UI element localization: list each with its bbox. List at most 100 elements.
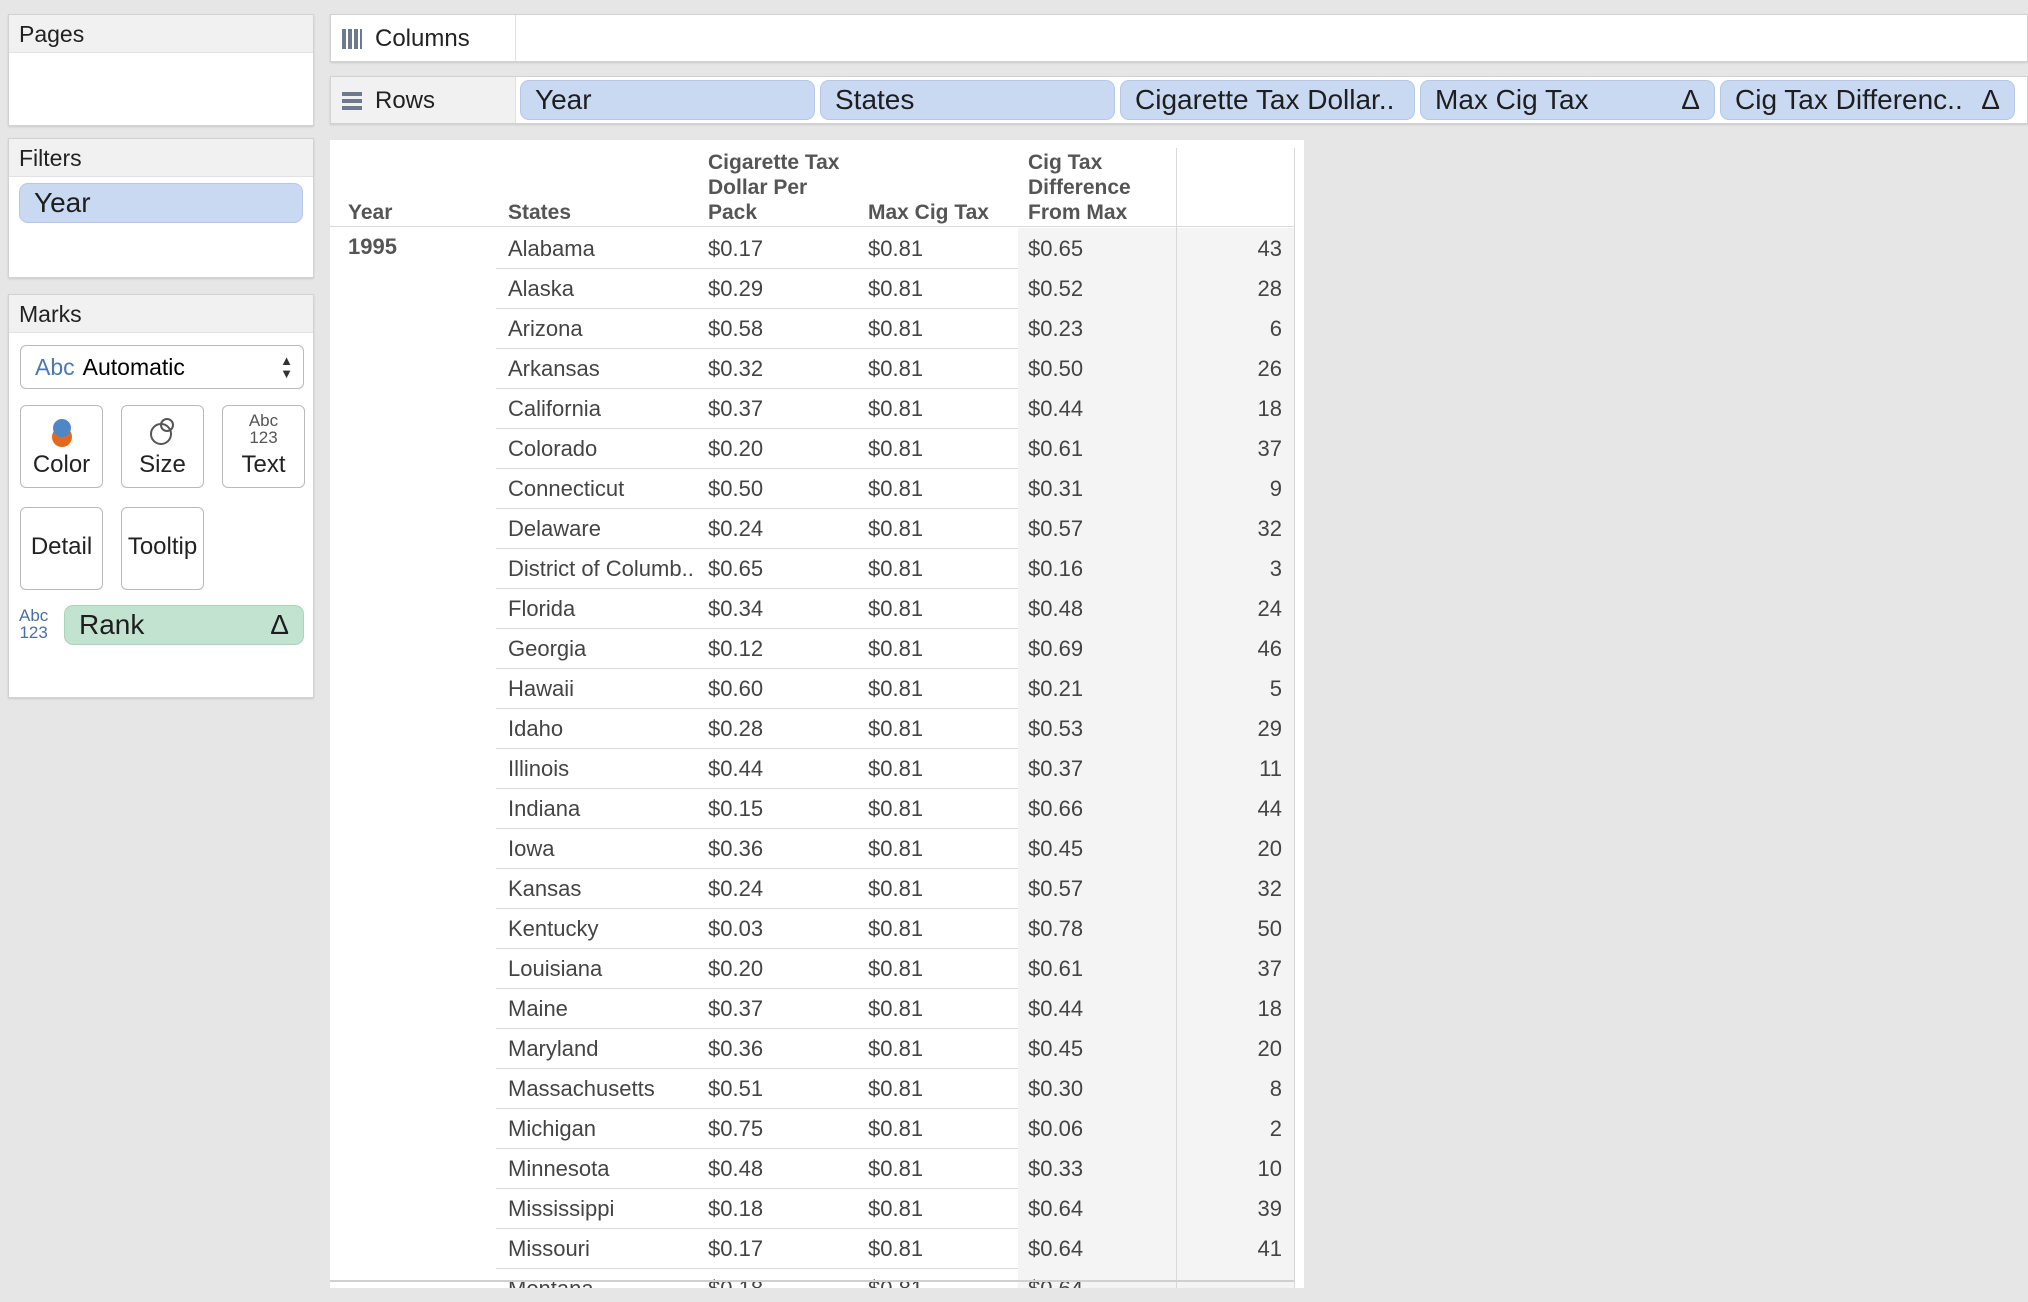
difference-cell: $0.66 <box>1028 796 1084 821</box>
cigarette-tax-cell: $0.75 <box>708 1116 764 1141</box>
difference-cell: $0.53 <box>1028 716 1084 741</box>
rank-cell: 18 <box>1257 996 1282 1021</box>
rank-cell: 39 <box>1257 1196 1282 1221</box>
difference-cell: $0.30 <box>1028 1076 1084 1101</box>
mark-type-select[interactable]: Abc Automatic ▲ ▼ <box>20 345 304 389</box>
max-cig-tax-cell: $0.81 <box>868 1076 924 1101</box>
text-button-label: Text <box>241 451 286 478</box>
detail-button-label: Detail <box>30 533 93 560</box>
difference-cell: $0.44 <box>1028 396 1084 421</box>
tooltip-button[interactable]: Tooltip <box>121 507 204 590</box>
cigarette-tax-cell: $0.29 <box>708 276 764 301</box>
color-icon <box>52 419 72 447</box>
max-cig-tax-cell: $0.81 <box>868 716 924 741</box>
size-button[interactable]: Size <box>121 405 204 488</box>
rank-column-band <box>1177 1268 1294 1288</box>
horizontal-divider-bottom <box>330 1280 1294 1282</box>
row-pill-label: States <box>835 84 915 115</box>
difference-cell: $0.69 <box>1028 636 1084 661</box>
rank-cell: 41 <box>1257 1236 1282 1261</box>
rank-cell: 24 <box>1257 596 1282 621</box>
table-right-border <box>1294 148 1295 1288</box>
difference-cell: $0.48 <box>1028 596 1084 621</box>
text-icon: Abc 123 <box>248 411 279 447</box>
state-cell: Illinois <box>508 756 570 781</box>
difference-cell: $0.23 <box>1028 316 1084 341</box>
state-cell: Iowa <box>508 836 555 861</box>
difference-cell: $0.65 <box>1028 236 1084 261</box>
cigarette-tax-cell: $0.51 <box>708 1076 764 1101</box>
max-cig-tax-cell: $0.81 <box>868 916 924 941</box>
cigarette-tax-cell: $0.17 <box>708 1236 764 1261</box>
header-difference: Cig Tax Difference From Max <box>1028 151 1131 224</box>
text-button[interactable]: Abc 123 Text <box>222 405 305 488</box>
cigarette-tax-cell: $0.37 <box>708 996 764 1021</box>
rank-cell: 28 <box>1257 276 1282 301</box>
state-cell: Connecticut <box>508 476 625 501</box>
rank-cell: 8 <box>1269 1076 1282 1101</box>
cigarette-tax-cell: $0.24 <box>708 876 764 901</box>
rank-cell: 10 <box>1257 1156 1282 1181</box>
data-table: Year States Cigarette Tax Dollar Per Pac… <box>330 140 1304 1288</box>
state-cell: Kentucky <box>508 916 599 941</box>
state-cell: Missouri <box>508 1236 590 1261</box>
rows-shelf-label: Rows <box>341 87 435 115</box>
row-pill-cig-tax-difference[interactable]: Cig Tax Differenc.. Δ <box>1720 80 2015 120</box>
difference-cell: $0.45 <box>1028 1036 1084 1061</box>
difference-cell: $0.21 <box>1028 676 1084 701</box>
rank-cell: 44 <box>1257 796 1282 821</box>
row-pill-cigarette-tax[interactable]: Cigarette Tax Dollar.. <box>1120 80 1415 120</box>
header-year: Year <box>348 201 393 224</box>
max-cig-tax-cell: $0.81 <box>868 436 924 461</box>
rank-cell: 29 <box>1257 716 1282 741</box>
detail-button[interactable]: Detail <box>20 507 103 590</box>
row-pill-max-cig-tax[interactable]: Max Cig Tax Δ <box>1420 80 1715 120</box>
mark-type-icon: Abc <box>35 354 75 380</box>
max-cig-tax-cell: $0.81 <box>868 396 924 421</box>
rank-cell: 3 <box>1269 556 1282 581</box>
rows-icon <box>342 92 362 110</box>
year-cell: 1995 <box>348 234 397 259</box>
filter-pill-year[interactable]: Year <box>19 183 303 223</box>
state-cell: Maine <box>508 996 568 1021</box>
difference-cell: $0.61 <box>1028 436 1084 461</box>
cigarette-tax-cell: $0.12 <box>708 636 764 661</box>
state-cell: Idaho <box>508 716 564 741</box>
difference-cell: $0.64 <box>1028 1196 1084 1221</box>
pages-card: Pages <box>8 14 314 126</box>
state-cell: Hawaii <box>508 676 575 701</box>
max-cig-tax-cell: $0.81 <box>868 1276 923 1288</box>
row-pill-states[interactable]: States <box>820 80 1115 120</box>
difference-cell: $0.61 <box>1028 956 1084 981</box>
difference-cell: $0.57 <box>1028 516 1084 541</box>
difference-cell: $0.44 <box>1028 996 1084 1021</box>
header-cigarette-tax: Cigarette Tax Dollar Per Pack <box>708 151 840 224</box>
state-cell: Colorado <box>508 436 598 461</box>
row-pill-year[interactable]: Year <box>520 80 815 120</box>
rank-cell: 26 <box>1257 356 1282 381</box>
row-pill-label: Max Cig Tax <box>1435 84 1589 115</box>
max-cig-tax-cell: $0.81 <box>868 1156 924 1181</box>
rank-pill[interactable]: Rank Δ <box>64 605 304 645</box>
max-cig-tax-cell: $0.81 <box>868 596 924 621</box>
filter-pill-label: Year <box>34 187 91 218</box>
cigarette-tax-cell: $0.34 <box>708 596 764 621</box>
cigarette-tax-cell: $0.15 <box>708 796 764 821</box>
columns-shelf: Columns <box>330 14 2028 62</box>
rank-cell: 20 <box>1257 1036 1282 1061</box>
color-button[interactable]: Color <box>20 405 103 488</box>
delta-icon: Δ <box>270 609 289 640</box>
rank-cell: 6 <box>1269 316 1282 341</box>
max-cig-tax-cell: $0.81 <box>868 636 924 661</box>
rank-cell: 20 <box>1257 836 1282 861</box>
state-cell: Montana <box>508 1276 594 1288</box>
state-cell: Alabama <box>508 236 595 261</box>
rank-cell: 9 <box>1269 476 1282 501</box>
columns-drop-area[interactable] <box>515 15 2027 61</box>
cigarette-tax-cell: $0.20 <box>708 436 764 461</box>
rank-cell: 2 <box>1269 1116 1282 1141</box>
header-max-cig-tax: Max Cig Tax <box>868 201 989 224</box>
header-states: States <box>508 201 572 224</box>
columns-icon <box>342 29 362 49</box>
max-cig-tax-cell: $0.81 <box>868 516 924 541</box>
